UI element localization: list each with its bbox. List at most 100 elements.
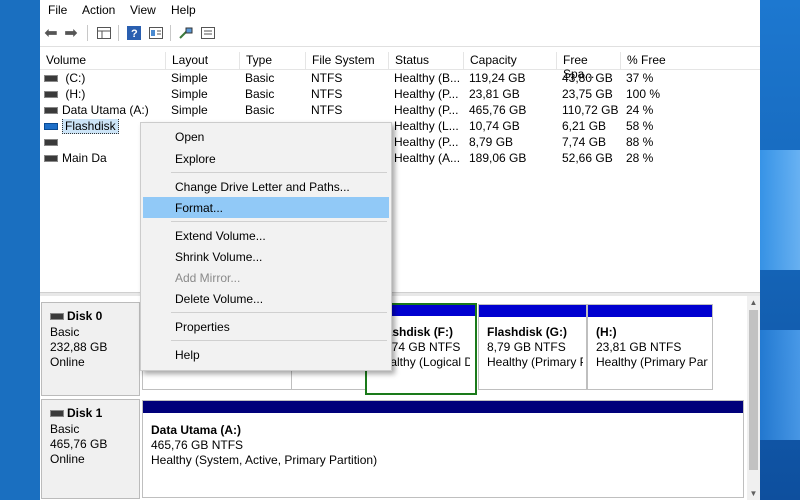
row-type: Basic [245, 87, 275, 101]
menu-view[interactable]: View [130, 3, 156, 17]
row-layout: Simple [171, 71, 208, 85]
help-icon[interactable]: ? [125, 24, 143, 42]
row-free-space: 110,72 GB [562, 103, 619, 117]
table-row-volume[interactable]: (H:) [44, 87, 85, 103]
row-free-space: 6,21 GB [562, 119, 607, 133]
menu-item-open[interactable]: Open [143, 126, 389, 147]
desktop-light-streak [760, 150, 800, 270]
disk-icon [50, 313, 64, 321]
volume-icon [44, 155, 58, 163]
volume-icon [44, 75, 58, 83]
toolbar-separator [118, 25, 119, 41]
volume-icon [44, 139, 58, 147]
column-header-volume[interactable]: Volume [40, 52, 166, 70]
menu-item-help[interactable]: Help [143, 344, 389, 365]
volume-icon [44, 91, 58, 99]
menu-item-format[interactable]: Format... [143, 197, 389, 218]
forward-arrow-icon[interactable]: ➡ [62, 24, 80, 42]
row-capacity: 465,76 GB [469, 103, 527, 117]
table-row-volume[interactable]: (C:) [44, 71, 85, 87]
partition-data-utama-a[interactable]: Data Utama (A:) 465,76 GB NTFS Healthy (… [142, 400, 744, 498]
disk-0-type: Basic [50, 325, 80, 339]
desktop-light-streak-lower [760, 330, 800, 440]
grid-view-icon[interactable] [95, 24, 113, 42]
row-status: Healthy (A... [394, 151, 461, 165]
menu-bar: File Action View Help [40, 0, 760, 19]
menu-help[interactable]: Help [171, 3, 196, 17]
disk-1-state: Online [50, 452, 85, 466]
row-type: Basic [245, 71, 275, 85]
row-percent-free: 28 % [626, 151, 654, 165]
disk-1-name: Disk 1 [67, 406, 103, 420]
row-layout: Simple [171, 87, 208, 101]
table-row-volume[interactable]: Data Utama (A:) [44, 103, 149, 119]
toolbar-separator [170, 25, 171, 41]
scrollbar-thumb[interactable] [749, 310, 758, 470]
row-percent-free: 58 % [626, 119, 654, 133]
disk-icon [50, 410, 64, 418]
row-status: Healthy (P... [394, 103, 459, 117]
row-file-system: NTFS [311, 87, 343, 101]
column-header-capacity[interactable]: Capacity [464, 52, 557, 70]
menu-action[interactable]: Action [82, 3, 115, 17]
svg-text:?: ? [131, 28, 138, 40]
column-header-free-space[interactable]: Free Spa... [557, 52, 621, 81]
column-header-file-system[interactable]: File System [306, 52, 389, 70]
volume-icon [44, 107, 58, 115]
row-free-space: 52,66 GB [562, 151, 613, 165]
menu-separator [171, 340, 387, 341]
list-icon[interactable] [199, 24, 217, 42]
row-status: Healthy (P... [394, 87, 459, 101]
menu-item-properties[interactable]: Properties [143, 316, 389, 337]
column-header-layout[interactable]: Layout [166, 52, 240, 70]
row-free-space: 23,75 GB [562, 87, 613, 101]
context-menu: Open Explore Change Drive Letter and Pat… [140, 122, 392, 371]
partition-h[interactable]: (H:) 23,81 GB NTFS Healthy (Primary Part [587, 304, 713, 390]
table-row-volume-selected[interactable]: Flashdisk [44, 119, 119, 135]
menu-separator [171, 312, 387, 313]
back-arrow-icon[interactable]: ⬅ [42, 24, 60, 42]
menu-separator [171, 221, 387, 222]
menu-item-add-mirror-disabled: Add Mirror... [175, 271, 241, 285]
disk-1-type: Basic [50, 422, 80, 436]
connect-icon[interactable] [177, 24, 195, 42]
disk-1-label[interactable]: Disk 1 Basic 465,76 GB Online [41, 399, 140, 499]
scroll-down-icon[interactable]: ▼ [747, 487, 760, 500]
table-row-volume[interactable]: Main Da [44, 151, 107, 167]
row-capacity: 8,79 GB [469, 135, 514, 149]
row-free-space: 7,74 GB [562, 135, 607, 149]
menu-item-explore[interactable]: Explore [143, 148, 389, 169]
disk-1-size: 465,76 GB [50, 437, 108, 451]
row-file-system: NTFS [311, 71, 343, 85]
row-free-space: 43,80 GB [562, 71, 613, 85]
disk-0-state: Online [50, 355, 85, 369]
menu-file[interactable]: File [48, 3, 67, 17]
row-capacity: 189,06 GB [469, 151, 527, 165]
disk-0-label[interactable]: Disk 0 Basic 232,88 GB Online [41, 302, 140, 396]
row-capacity: 119,24 GB [469, 71, 526, 85]
row-status: Healthy (L... [394, 119, 459, 133]
disk-0-size: 232,88 GB [50, 340, 108, 354]
row-percent-free: 37 % [626, 71, 654, 85]
column-header-percent-free[interactable]: % Free [621, 52, 760, 70]
table-row-volume[interactable] [44, 135, 62, 151]
toolbar-separator [87, 25, 88, 41]
menu-item-extend-volume[interactable]: Extend Volume... [143, 225, 389, 246]
disk-management-window: File Action View Help ⬅ ➡ ? Volume Layou… [40, 0, 760, 500]
row-status: Healthy (P... [394, 135, 459, 149]
scroll-up-icon[interactable]: ▲ [747, 296, 760, 309]
menu-item-shrink-volume[interactable]: Shrink Volume... [143, 246, 389, 267]
menu-separator [171, 172, 387, 173]
row-percent-free: 24 % [626, 103, 654, 117]
row-percent-free: 100 % [626, 87, 661, 101]
volume-icon [44, 123, 58, 131]
column-header-status[interactable]: Status [389, 52, 464, 70]
menu-item-delete-volume[interactable]: Delete Volume... [143, 288, 389, 309]
column-header-type[interactable]: Type [240, 52, 306, 70]
partition-flashdisk-g[interactable]: Flashdisk (G:) 8,79 GB NTFS Healthy (Pri… [478, 304, 587, 390]
menu-item-change-drive-letter[interactable]: Change Drive Letter and Paths... [143, 176, 389, 197]
disk-view-scrollbar[interactable]: ▲ ▼ [747, 296, 760, 500]
disk-0-name: Disk 0 [67, 309, 103, 323]
row-file-system: NTFS [311, 103, 343, 117]
properties-icon[interactable] [147, 24, 165, 42]
